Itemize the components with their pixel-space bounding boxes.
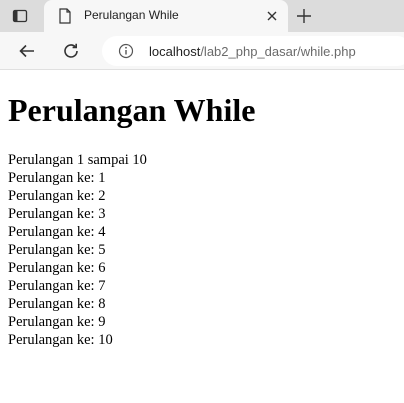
- page-heading: Perulangan While: [8, 92, 256, 128]
- output-line: Perulangan ke: 1: [8, 170, 106, 186]
- output-line: Perulangan ke: 7: [8, 278, 106, 294]
- new-tab-button[interactable]: [294, 6, 314, 26]
- output-line: Perulangan ke: 10: [8, 332, 113, 348]
- plus-icon: [297, 9, 311, 23]
- tab-actions-button[interactable]: [10, 6, 30, 26]
- tab-strip: Perulangan While: [0, 0, 404, 32]
- reload-button[interactable]: [61, 41, 81, 61]
- page-content: Perulangan While Perulangan 1 sampai 10 …: [8, 70, 398, 349]
- output-line: Perulangan ke: 9: [8, 314, 106, 330]
- output-lines: Perulangan 1 sampai 10 Perulangan ke: 1 …: [8, 151, 398, 349]
- output-line: Perulangan ke: 2: [8, 188, 106, 204]
- output-line: Perulangan 1 sampai 10: [8, 152, 147, 168]
- tab-actions-icon: [12, 9, 28, 23]
- output-line: Perulangan ke: 3: [8, 206, 106, 222]
- output-line: Perulangan ke: 8: [8, 296, 106, 312]
- document-icon: [59, 8, 71, 24]
- browser-tab[interactable]: Perulangan While: [44, 0, 288, 32]
- url-path: /lab2_php_dasar/while.php: [200, 44, 356, 59]
- url-host: localhost: [149, 44, 201, 59]
- url-text: localhost/lab2_php_dasar/while.php: [149, 44, 356, 59]
- tab-title: Perulangan While: [84, 8, 179, 22]
- output-line: Perulangan ke: 5: [8, 242, 106, 258]
- back-button[interactable]: [17, 41, 37, 61]
- back-arrow-icon: [19, 44, 34, 58]
- navigation-toolbar: localhost/lab2_php_dasar/while.php: [0, 32, 404, 70]
- close-icon: [267, 11, 277, 21]
- output-line: Perulangan ke: 4: [8, 224, 106, 240]
- reload-icon: [64, 43, 78, 58]
- address-bar[interactable]: localhost/lab2_php_dasar/while.php: [102, 36, 404, 66]
- output-line: Perulangan ke: 6: [8, 260, 106, 276]
- close-tab-button[interactable]: [264, 8, 280, 24]
- info-icon[interactable]: [118, 43, 134, 59]
